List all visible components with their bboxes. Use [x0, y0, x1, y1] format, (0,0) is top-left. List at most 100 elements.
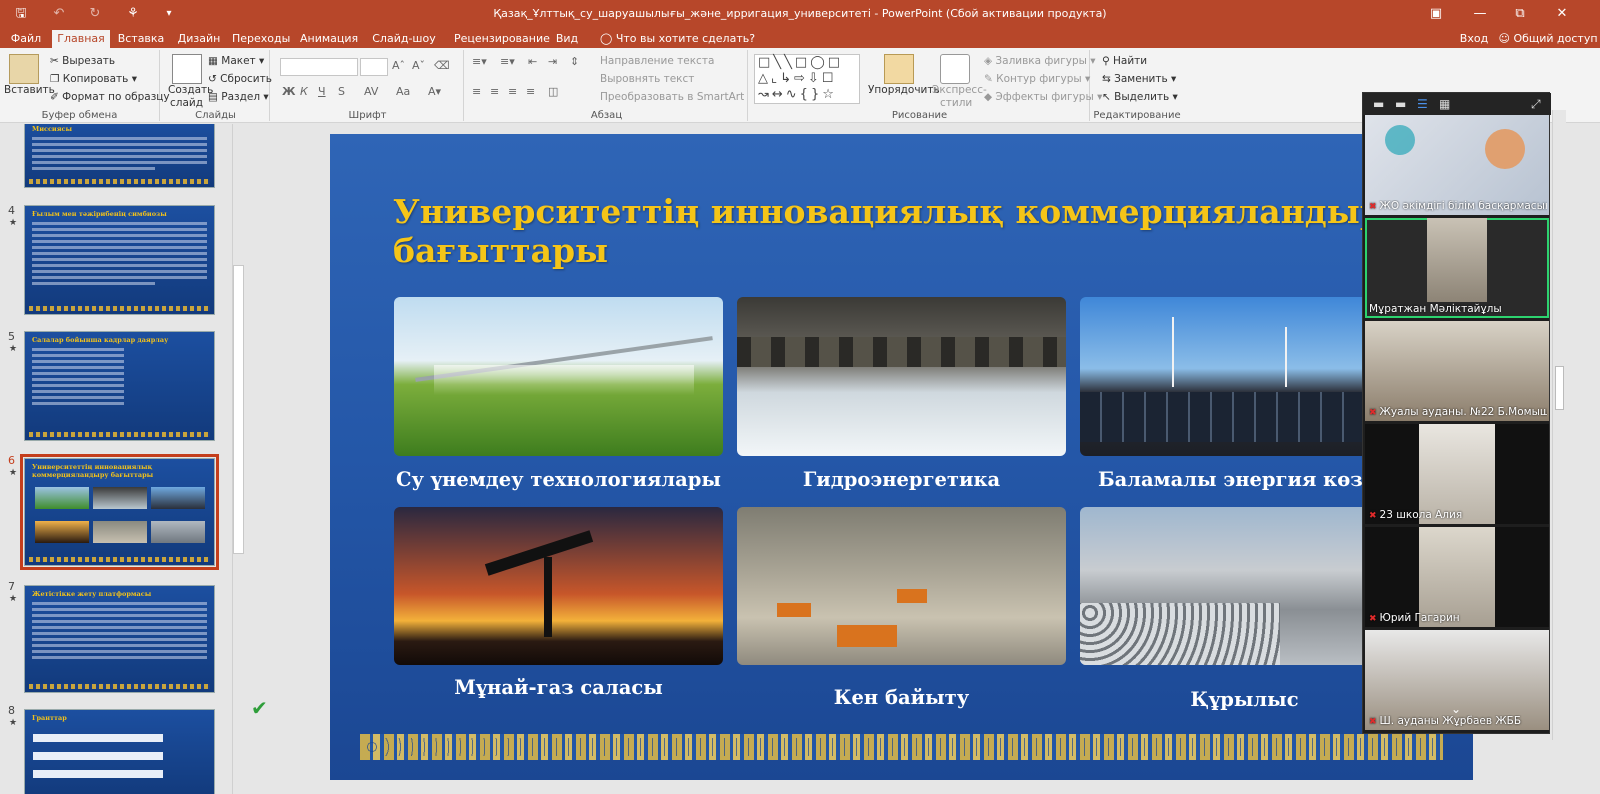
replace-button[interactable]: ⇆ Заменить ▾ [1102, 71, 1176, 87]
clear-format-icon[interactable]: ⌫ [434, 58, 450, 74]
copy-button[interactable]: ❐ Копировать ▾ [50, 71, 137, 87]
bullets-icon[interactable]: ≡▾ [472, 54, 487, 70]
align-right-icon[interactable]: ≡ [508, 84, 517, 100]
tab-review[interactable]: Рецензирование [454, 30, 550, 48]
quick-styles-icon[interactable] [940, 54, 970, 84]
participant-tile[interactable]: ✖Жуалы ауданы. №22 Б.Момышұлы [1365, 321, 1549, 421]
line-spacing-icon[interactable]: ⇕ [570, 54, 579, 70]
font-color-icon[interactable]: A▾ [428, 84, 441, 100]
caption-construction[interactable]: Құрылыс [1080, 686, 1409, 714]
oil-gas-photo[interactable] [394, 507, 723, 665]
char-spacing-button[interactable]: AV [364, 84, 378, 100]
share-button[interactable]: ☺ Общий доступ [1498, 30, 1598, 48]
font-group: Aˆ Aˇ ⌫ Ж К Ч S AV Aa A▾ Шрифт [272, 50, 464, 121]
align-left-icon[interactable]: ≡ [472, 84, 481, 100]
align-text-button[interactable]: Выровнять текст [600, 71, 694, 87]
gallery-view-icon[interactable]: ▦ [1439, 97, 1450, 111]
decrease-indent-icon[interactable]: ⇤ [528, 54, 537, 70]
grow-font-icon[interactable]: Aˆ [392, 58, 405, 74]
tab-file[interactable]: Файл [4, 30, 48, 48]
solar-wind-photo[interactable] [1080, 297, 1409, 456]
caption-oil-gas[interactable]: Мұнай-газ саласы [394, 674, 723, 702]
increase-indent-icon[interactable]: ⇥ [548, 54, 557, 70]
thumbnail-scrollbar-thumb[interactable] [233, 265, 244, 554]
chevron-down-icon[interactable]: ⌄ [1451, 702, 1461, 716]
slide-thumbnail-6-selected[interactable]: Университеттің инновациялық коммерциялан… [20, 454, 219, 570]
mining-photo[interactable] [737, 507, 1066, 665]
scissors-icon: ✂ [50, 55, 63, 67]
irrigation-photo[interactable] [394, 297, 723, 456]
columns-icon[interactable]: ◫ [548, 84, 558, 100]
shape-outline-button[interactable]: ✎ Контур фигуры ▾ [984, 71, 1090, 87]
participant-tile[interactable]: ✖ Юрий Гагарин [1365, 527, 1549, 627]
caption-mining[interactable]: Кен байыту [737, 684, 1066, 712]
align-center-icon[interactable]: ≡ [490, 84, 499, 100]
arrange-icon[interactable] [884, 54, 914, 84]
reset-button[interactable]: ↺ Сбросить [208, 71, 272, 87]
tab-view[interactable]: Вид [552, 30, 582, 48]
italic-button[interactable]: К [300, 84, 308, 100]
slide-thumbnail-8[interactable]: Гранттар [24, 709, 215, 794]
smartart-button[interactable]: Преобразовать в SmartArt [600, 89, 744, 105]
cut-button[interactable]: ✂ Вырезать [50, 53, 115, 69]
layout-button[interactable]: ▦ Макет ▾ [208, 53, 264, 69]
participant-tile[interactable]: ✖ Ш. ауданы Жұрбаев ЖББ ⌄ [1365, 630, 1549, 730]
format-painter-button[interactable]: ✐ Формат по образцу [50, 89, 170, 105]
shrink-font-icon[interactable]: Aˇ [412, 58, 425, 74]
quick-styles-label-2[interactable]: стили [940, 95, 972, 111]
caption-hydropower[interactable]: Гидроэнергетика [737, 466, 1066, 494]
participant-tile[interactable]: ✖ЖО әкімдігі білім басқармасының [1365, 115, 1549, 215]
shape-fill-button[interactable]: ◈ Заливка фигуры ▾ [984, 53, 1096, 69]
paste-button[interactable]: Вставить [4, 82, 55, 98]
tab-transitions[interactable]: Переходы [232, 30, 290, 48]
caption-water-saving[interactable]: Су үнемдеу технологиялары [394, 466, 723, 494]
new-slide-label-2[interactable]: слайд [170, 95, 203, 111]
hide-video-icon[interactable]: ▬ [1395, 97, 1406, 111]
section-button[interactable]: ▤ Раздел ▾ [208, 89, 269, 105]
minimize-icon[interactable]: — [1470, 4, 1490, 24]
reset-icon: ↺ [208, 73, 221, 85]
construction-photo[interactable] [1080, 507, 1409, 665]
participant-tile[interactable]: ✖ 23 школа Алия [1365, 424, 1549, 524]
font-name-select[interactable] [280, 58, 358, 76]
select-button[interactable]: ↖ Выделить ▾ [1102, 89, 1178, 105]
restore-icon[interactable]: ⧉ [1510, 4, 1530, 24]
change-case-button[interactable]: Aa [396, 84, 410, 100]
slide-thumbnail-3[interactable]: Миссиясы [24, 124, 215, 188]
tab-slideshow[interactable]: Слайд-шоу [372, 30, 436, 48]
slide-scrollbar[interactable] [1552, 110, 1566, 740]
strikethrough-button[interactable]: S [338, 84, 345, 100]
slide-title[interactable]: Университеттің инновациялық коммерциялан… [393, 192, 1473, 270]
slide-canvas[interactable]: Университеттің инновациялық коммерциялан… [330, 134, 1473, 780]
slide-thumbnail-5[interactable]: Салалар бойынша кадрлар даярлау [24, 331, 215, 441]
tell-me-search[interactable]: ◯ Что вы хотите сделать? [600, 30, 755, 48]
font-size-select[interactable] [360, 58, 388, 76]
tab-animation[interactable]: Анимация [300, 30, 358, 48]
paste-icon[interactable] [9, 54, 39, 84]
numbering-icon[interactable]: ≡▾ [500, 54, 515, 70]
slide-thumbnail-7[interactable]: Жетістікке жету платформасы [24, 585, 215, 693]
bold-button[interactable]: Ж [282, 84, 295, 100]
new-slide-icon[interactable] [172, 54, 202, 84]
shapes-gallery[interactable]: □╲╲□◯□ △⌞↳⇨⇩☐ ↝↔∿{}☆ [754, 54, 860, 104]
tab-insert[interactable]: Вставка [116, 30, 166, 48]
ribbon-display-icon[interactable]: ▣ [1426, 4, 1446, 24]
shape-effects-button[interactable]: ◆ Эффекты фигуры ▾ [984, 89, 1102, 105]
clipboard-label: Буфер обмена [41, 110, 118, 121]
minimize-gallery-icon[interactable]: ▬ [1373, 97, 1384, 111]
speaker-view-icon[interactable]: ☰ [1417, 97, 1428, 111]
justify-icon[interactable]: ≡ [526, 84, 535, 100]
arrange-button[interactable]: Упорядочить [868, 82, 940, 98]
signin-link[interactable]: Вход [1456, 30, 1492, 48]
expand-icon[interactable]: ⤢ [1531, 97, 1541, 112]
participant-tile-active-speaker[interactable]: Мұратжан Мәліктайұлы [1365, 218, 1549, 318]
slide-thumbnail-4[interactable]: Ғылым мен тәжірибенің симбиозы [24, 205, 215, 315]
tab-home[interactable]: Главная [52, 30, 110, 48]
tab-design[interactable]: Дизайн [176, 30, 222, 48]
underline-button[interactable]: Ч [318, 84, 326, 100]
hydro-dam-photo[interactable] [737, 297, 1066, 456]
slide-scrollbar-thumb[interactable] [1555, 366, 1564, 410]
find-button[interactable]: ⚲ Найти [1102, 53, 1147, 69]
close-icon[interactable]: ✕ [1552, 4, 1572, 24]
text-direction-button[interactable]: Направление текста [600, 53, 714, 69]
